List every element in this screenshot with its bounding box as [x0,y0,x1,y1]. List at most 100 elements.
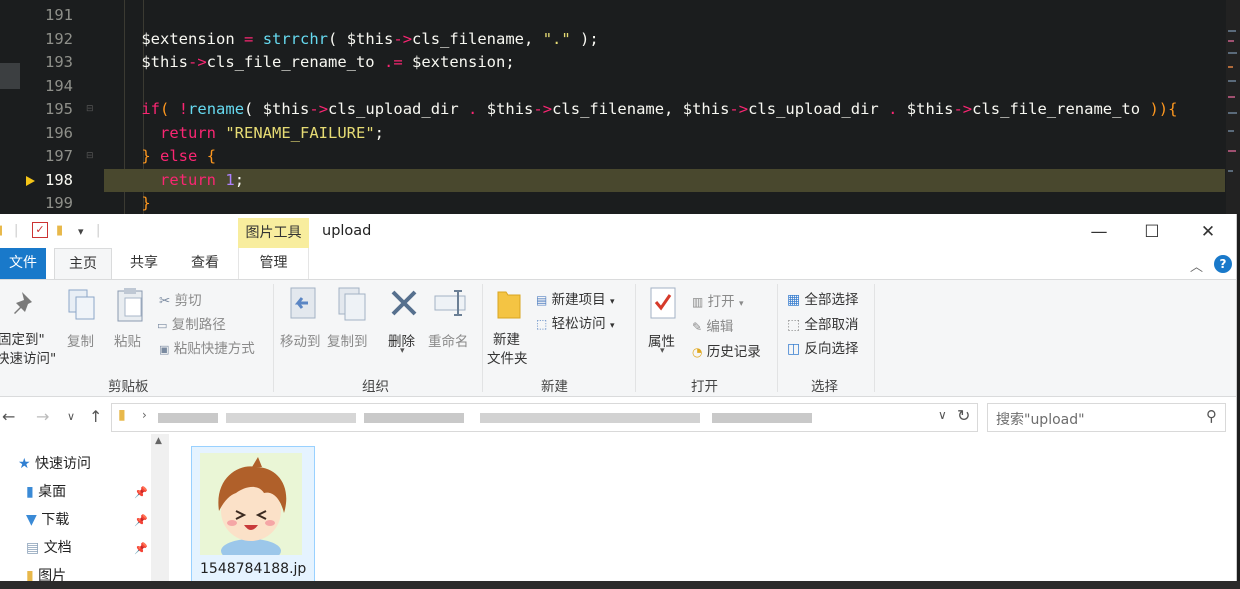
select-all-button[interactable]: ▦ 全部选择 [787,288,859,308]
forward-arrow-icon[interactable]: → [36,407,49,426]
title-bar[interactable]: ▮ | ✓ ▮ ▾ | 图片工具 upload — ☐ ✕ [0,214,1236,248]
code-token: ( [328,29,347,48]
minimize-button[interactable]: — [1076,218,1122,246]
tab-manage[interactable]: 管理 [238,248,309,279]
code-line[interactable]: if( !rename( $this->cls_upload_dir . $th… [104,98,1225,122]
ribbon: 固定到" 快速访问" 复制 粘贴 ✂ 剪切 ▭ 复制路径 ▣ 粘贴快捷方式 剪贴… [0,279,1236,397]
nav-item-desktop[interactable]: ▮ 桌面 [26,480,66,504]
open-button[interactable]: ▥ 打开 ▾ [692,290,743,310]
select-all-label: 全部选择 [804,292,859,308]
tab-view[interactable]: 查看 [177,248,233,279]
current-code-line[interactable]: return 1; [104,168,1225,192]
code-line[interactable]: return "RENAME_FAILURE"; [104,122,1225,146]
tab-home[interactable]: 主页 [54,248,112,280]
minimap-line [1228,112,1237,114]
move-to-button[interactable]: 移动到 [280,330,321,350]
star-icon: ★ [18,456,31,472]
cut-button[interactable]: ✂ 剪切 [159,289,202,309]
code-token: .= [384,53,403,71]
nav-scrollbar[interactable]: ▲ [151,434,169,589]
search-icon: ⚲ [1206,407,1217,425]
history-icon: ◔ [692,345,703,359]
recent-locations-icon[interactable]: ∨ [67,410,75,423]
pin-to-quick-access-label[interactable]: 固定到" [0,328,45,348]
tab-share[interactable]: 共享 [116,248,172,279]
paste-icon [117,288,143,322]
pin-icon [14,292,32,314]
search-input[interactable]: 搜索"upload" ⚲ [987,403,1226,432]
file-name: 1548784188.jp [200,561,307,577]
minimap-line [1228,66,1233,68]
gutter-line: 198 [0,169,104,193]
help-icon[interactable]: ? [1214,255,1232,273]
code-line[interactable] [104,75,1225,99]
invert-selection-button[interactable]: ◫ 反向选择 [787,337,859,357]
window-title: upload [322,223,372,239]
file-item[interactable]: 1548784188.jp [191,446,315,588]
close-button[interactable]: ✕ [1185,218,1231,246]
nav-item-documents[interactable]: ▤ 文档 [26,536,72,560]
paste-shortcut-button[interactable]: ▣ 粘贴快捷方式 [159,337,255,357]
code-token: -> [393,29,413,48]
delete-dropdown-icon[interactable]: ▾ [400,346,405,356]
documents-folder-icon: ▤ [26,540,40,556]
code-token: else [160,147,198,165]
nav-label: 快速访问 [35,456,92,472]
copy-path-button[interactable]: ▭ 复制路径 [157,313,226,333]
code-token: ); [580,29,599,48]
minimap[interactable] [1226,0,1240,214]
paste-button[interactable]: 粘贴 [114,330,141,350]
code-token: rename [188,100,245,118]
fold-icon[interactable]: ⊟ [86,105,94,114]
minimap-line [1228,80,1236,82]
customize-toolbar-icon[interactable]: ▾ [78,225,84,238]
select-none-button[interactable]: ⬚ 全部取消 [787,313,859,333]
pin-icon[interactable]: 📌 [134,542,148,555]
minimap-line [1228,170,1233,172]
code-editor[interactable]: 191 192 193 194 195 ⊟ 196 197 ⊟ 198 199 $e… [0,0,1240,214]
code-line[interactable]: } else { [104,145,1225,169]
bookmark-arrow-icon[interactable] [26,175,35,186]
easy-access-button[interactable]: ⬚ 轻松访问 ▾ [536,312,614,332]
refresh-icon[interactable]: ↻ [957,406,970,425]
open-label: 打开 [707,294,735,310]
pin-icon[interactable]: 📌 [134,486,148,499]
up-arrow-icon[interactable]: ↑ [89,407,102,426]
redacted-path [364,413,464,423]
properties-dropdown-icon[interactable]: ▾ [660,346,665,356]
navigation-pane: ★ 快速访问 ▮ 桌面 📌 ▼ 下载 📌 ▤ 文档 📌 ▮ 图片 ▲ [0,434,170,589]
nav-item-downloads[interactable]: ▼ 下载 [26,508,69,532]
taskbar-edge [0,581,1240,589]
scroll-up-icon[interactable]: ▲ [155,436,162,446]
copy-to-button[interactable]: 复制到 [327,330,368,350]
copy-button[interactable]: 复制 [67,330,94,350]
new-folder-label[interactable]: 文件夹 [487,347,528,367]
code-line[interactable]: $this->cls_file_rename_to .= $extension; [104,51,1225,75]
maximize-button[interactable]: ☐ [1129,218,1175,246]
address-input[interactable]: ▮ › ∨ [111,403,978,432]
redacted-path [480,413,700,423]
rename-button[interactable]: 重命名 [428,330,469,350]
new-folder-label[interactable]: 新建 [493,328,520,348]
code-line[interactable]: } [104,192,1225,214]
code-line[interactable]: $extension = strrchr( $this->cls_filenam… [104,28,1225,52]
code-token: strrchr [262,29,329,48]
fold-icon[interactable]: ⊟ [86,152,94,161]
pin-icon[interactable]: 📌 [134,514,148,527]
tab-file[interactable]: 文件 [0,248,46,279]
code-line[interactable] [104,4,1225,28]
edit-button[interactable]: ✎ 编辑 [692,315,733,335]
collapse-ribbon-icon[interactable]: ︿ [1190,256,1203,275]
properties-check-icon[interactable]: ✓ [32,222,48,238]
nav-quick-access[interactable]: ★ 快速访问 [18,452,91,476]
line-number-gutter[interactable]: 191 192 193 194 195 ⊟ 196 197 ⊟ 198 199 [0,0,104,214]
back-arrow-icon[interactable]: ← [2,407,15,426]
code-token: )){ [1149,100,1178,118]
new-item-button[interactable]: ▤ 新建项目 ▾ [536,288,614,308]
downloads-folder-icon: ▼ [26,512,37,528]
new-folder-icon[interactable]: ▮ [56,223,63,238]
history-button[interactable]: ◔ 历史记录 [692,340,761,360]
code-token: . [888,100,898,118]
pin-to-quick-access-label[interactable]: 快速访问" [0,347,56,367]
address-dropdown-icon[interactable]: ∨ [938,408,947,422]
